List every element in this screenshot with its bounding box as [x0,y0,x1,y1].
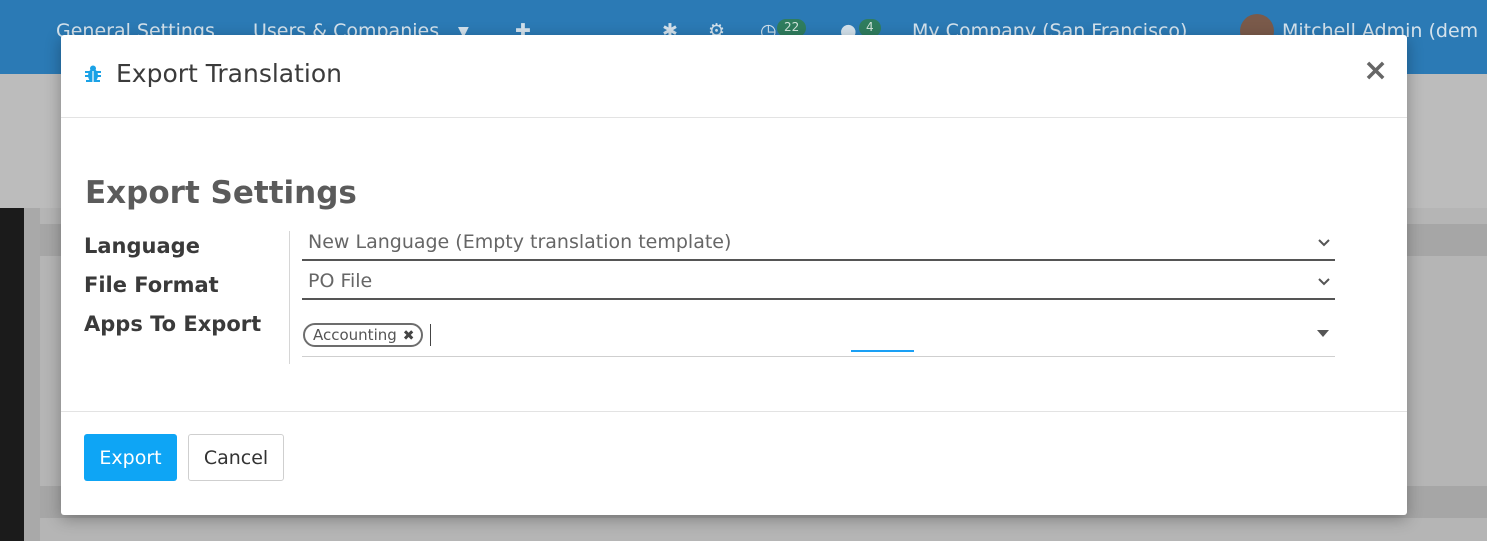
language-select[interactable]: New Language (Empty translation template… [302,229,1335,261]
file-format-value: PO File [308,270,373,292]
caret-down-icon[interactable] [1317,330,1329,337]
language-label: Language [84,234,200,258]
text-cursor [430,324,431,346]
dialog-footer: Export Cancel [61,411,1407,515]
section-title: Export Settings [85,175,357,211]
sidebar-background [0,208,24,541]
focus-indicator [851,350,914,352]
field-separator [289,231,290,364]
cancel-button[interactable]: Cancel [188,434,284,481]
apps-to-export-label: Apps To Export [84,312,262,336]
language-value: New Language (Empty translation template… [308,231,732,253]
export-button[interactable]: Export [84,434,177,481]
tag-accounting: Accounting ✖ [303,323,423,347]
dialog-header: Export Translation × [61,35,1407,118]
dialog-title: Export Translation [116,59,343,88]
file-format-select[interactable]: PO File [302,268,1335,300]
scrollbar[interactable] [24,208,40,541]
apps-to-export-input[interactable]: Accounting ✖ [302,315,1335,357]
chevron-down-icon [1318,239,1330,247]
export-translation-dialog: Export Translation × Export Settings Lan… [61,35,1407,515]
remove-tag-icon[interactable]: ✖ [403,326,415,346]
file-format-label: File Format [84,273,219,297]
chevron-down-icon [1318,278,1330,286]
bug-icon [85,65,101,82]
close-icon[interactable]: × [1363,56,1388,86]
